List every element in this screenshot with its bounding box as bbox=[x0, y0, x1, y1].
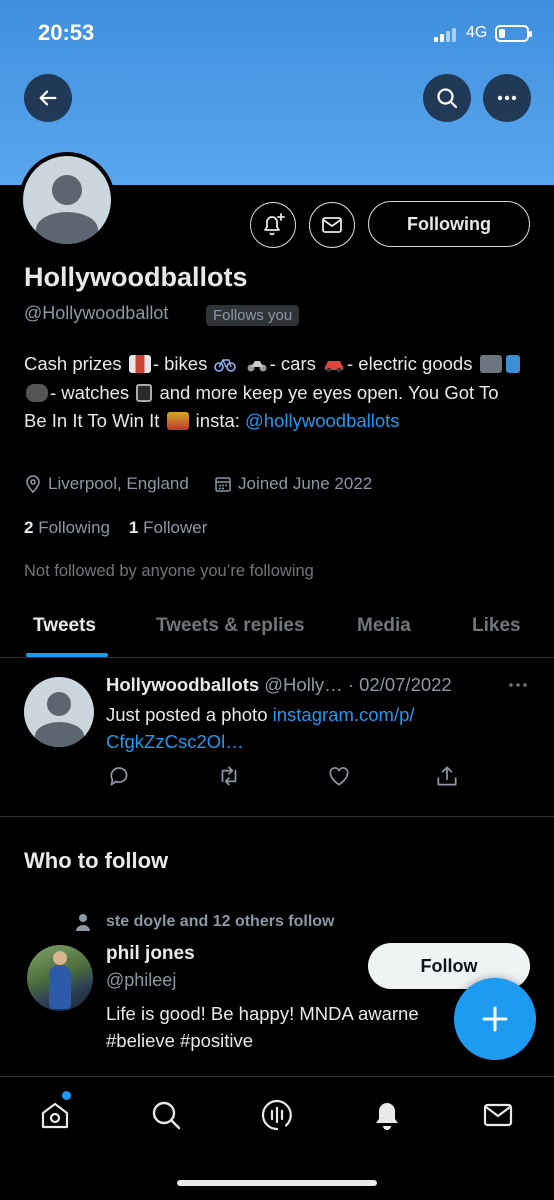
tweet-author-name: Hollywoodballots bbox=[106, 674, 260, 695]
profile-location: Liverpool, England bbox=[24, 474, 189, 494]
tweet-actions bbox=[106, 763, 466, 791]
profile-tabs: Tweets Tweets & replies Media Likes bbox=[0, 600, 554, 658]
tweet-text: Just posted a photo instagram.com/p/ Cfg… bbox=[106, 701, 486, 755]
following-button[interactable]: Following bbox=[368, 201, 530, 247]
share-icon bbox=[437, 766, 457, 786]
nav-spaces[interactable] bbox=[259, 1097, 295, 1133]
tweet[interactable]: Hollywoodballots @Holly… · 02/07/2022 Ju… bbox=[0, 659, 554, 817]
tweet-more-button[interactable] bbox=[506, 673, 530, 703]
watch-emoji-icon bbox=[136, 383, 153, 402]
more-button[interactable] bbox=[483, 74, 531, 122]
tweet-body: Just posted a photo bbox=[106, 704, 268, 725]
more-icon bbox=[509, 683, 527, 687]
bell-plus-icon bbox=[264, 213, 285, 236]
tweet-avatar[interactable] bbox=[24, 677, 94, 747]
active-tab-indicator bbox=[26, 653, 108, 657]
plus-icon bbox=[482, 1006, 508, 1032]
notifications-button[interactable] bbox=[250, 202, 296, 248]
bio-text: - bikes bbox=[152, 353, 208, 374]
battery-icon bbox=[495, 25, 532, 42]
tweet-author-handle: @Holly… bbox=[264, 674, 343, 695]
suggested-bio-line: Life is good! Be happy! MNDA awarne bbox=[106, 1003, 419, 1024]
bio-text: insta: bbox=[195, 410, 240, 431]
followers-count-link[interactable]: 1 Follower bbox=[129, 518, 207, 537]
network-label: 4G bbox=[466, 24, 488, 41]
like-icon bbox=[329, 767, 349, 786]
laptop-emoji-icon bbox=[479, 355, 502, 373]
suggested-user-avatar[interactable] bbox=[27, 945, 93, 1011]
motorcycle-emoji-icon bbox=[246, 353, 268, 372]
back-button[interactable] bbox=[24, 74, 72, 122]
tweet-date: · 02/07/2022 bbox=[347, 674, 452, 695]
who-to-follow-title: Who to follow bbox=[24, 848, 169, 873]
bio-text: Cash prizes bbox=[24, 353, 122, 374]
status-time: 20:53 bbox=[38, 20, 95, 45]
nav-notifications[interactable] bbox=[369, 1097, 405, 1133]
location-text: Liverpool, England bbox=[48, 474, 189, 493]
phone-emoji-icon bbox=[505, 355, 520, 373]
profile-avatar[interactable] bbox=[19, 152, 115, 248]
mail-icon bbox=[322, 217, 342, 233]
profile-bio: Cash prizes - bikes - cars - electric go… bbox=[24, 350, 524, 436]
back-arrow-icon bbox=[39, 90, 57, 106]
share-button[interactable] bbox=[434, 763, 462, 791]
joined-text: Joined June 2022 bbox=[238, 474, 373, 493]
search-icon bbox=[437, 88, 458, 109]
tab-tweets-replies[interactable]: Tweets & replies bbox=[156, 615, 305, 637]
car-emoji-icon bbox=[323, 353, 345, 373]
tab-tweets[interactable]: Tweets bbox=[33, 615, 96, 637]
tab-likes[interactable]: Likes bbox=[472, 615, 521, 637]
followers-count: 1 bbox=[128, 518, 139, 537]
bio-text: - cars bbox=[269, 353, 316, 374]
money-emoji-icon bbox=[128, 355, 151, 373]
profile-joined: Joined June 2022 bbox=[214, 474, 372, 494]
search-button[interactable] bbox=[423, 74, 471, 122]
bio-text: - electric goods bbox=[347, 353, 473, 374]
reply-button[interactable] bbox=[106, 763, 134, 791]
followers-count-label: Follower bbox=[143, 518, 208, 537]
nav-messages[interactable] bbox=[480, 1097, 516, 1133]
bio-instagram-link[interactable]: @hollywoodballots bbox=[245, 410, 400, 431]
slot-machine-emoji-icon bbox=[166, 412, 189, 430]
gamepad-emoji-icon bbox=[26, 383, 48, 402]
home-icon bbox=[41, 1102, 69, 1129]
social-context: ste doyle and 12 others follow bbox=[106, 913, 335, 930]
more-icon bbox=[497, 95, 517, 101]
mail-icon bbox=[483, 1103, 513, 1127]
profile-display-name: Hollywoodballots bbox=[24, 262, 248, 292]
reply-icon bbox=[110, 767, 128, 786]
calendar-icon bbox=[215, 477, 231, 492]
retweet-icon bbox=[221, 766, 237, 786]
home-indicator bbox=[177, 1180, 377, 1186]
message-button[interactable] bbox=[309, 202, 355, 248]
bio-text: - watches bbox=[50, 381, 130, 403]
bicycle-emoji-icon bbox=[214, 353, 237, 372]
like-button[interactable] bbox=[326, 763, 354, 791]
person-icon bbox=[76, 914, 90, 931]
nav-search[interactable] bbox=[148, 1097, 184, 1133]
tweet-header: Hollywoodballots @Holly… · 02/07/2022 bbox=[106, 674, 452, 696]
following-count-label: Following bbox=[38, 518, 111, 537]
status-bar: 20:53 4G bbox=[0, 0, 554, 60]
following-count: 2 bbox=[24, 518, 34, 537]
follows-you-badge: Follows you bbox=[206, 305, 300, 326]
location-pin-icon bbox=[26, 475, 40, 494]
compose-tweet-button[interactable] bbox=[454, 978, 536, 1060]
signal-icon bbox=[434, 26, 460, 42]
follow-counts: 2 Following 1 Follower bbox=[24, 518, 207, 538]
spaces-icon bbox=[261, 1099, 292, 1131]
following-count-link[interactable]: 2 Following bbox=[24, 518, 110, 537]
suggested-user-handle: @phileej bbox=[106, 970, 177, 990]
profile-handle: @Hollywoodballot bbox=[24, 303, 169, 323]
bell-icon bbox=[376, 1103, 398, 1130]
tab-media[interactable]: Media bbox=[357, 615, 411, 637]
nav-home[interactable] bbox=[37, 1097, 73, 1133]
not-followed-notice: Not followed by anyone you’re following bbox=[24, 562, 314, 580]
search-icon bbox=[152, 1101, 181, 1130]
home-notification-dot bbox=[62, 1091, 71, 1100]
retweet-button[interactable] bbox=[216, 763, 244, 791]
suggested-user-name[interactable]: phil jones bbox=[106, 943, 195, 965]
suggested-bio-line: #believe #positive bbox=[106, 1030, 254, 1051]
suggested-user-bio: Life is good! Be happy! MNDA awarne #bel… bbox=[106, 1000, 466, 1054]
